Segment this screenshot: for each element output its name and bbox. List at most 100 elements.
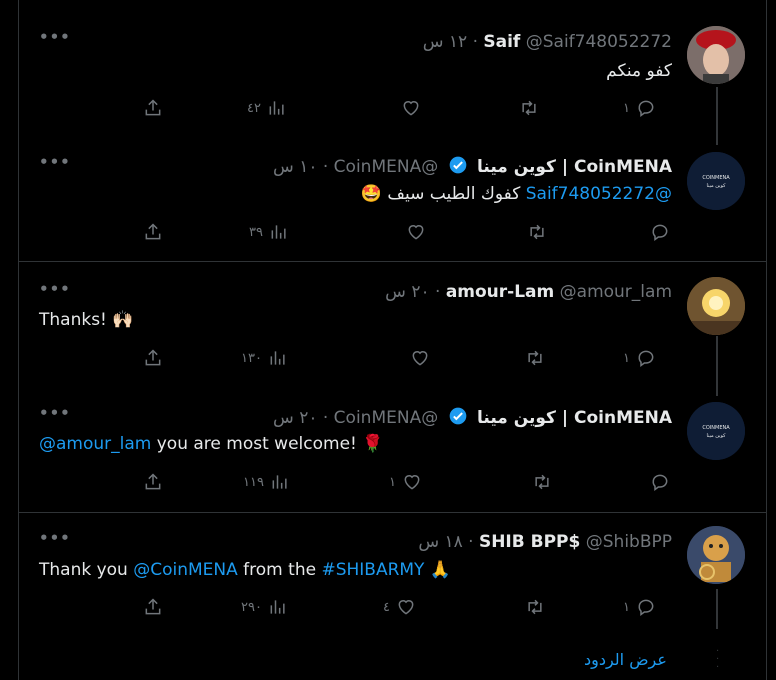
separator: · (435, 282, 441, 302)
views-icon (270, 600, 285, 614)
author-name[interactable]: CoinMENA | كوين مينا (477, 408, 672, 428)
tweet-amour-lam[interactable]: ••• amour-Lam @amour_lam · ٢٠ س Thanks! … (19, 262, 766, 396)
tweet-text: @amour_lam you are most welcome! 🌹 (39, 433, 383, 455)
tweet-header: SHIB BPP$ @ShibBPP · ١٨ س (418, 532, 672, 552)
tweet-coinmena-reply-1[interactable]: ••• CoinMENA | كوين مينا @CoinMENA · ١٠ … (19, 135, 766, 261)
like-button[interactable] (406, 222, 426, 242)
timestamp[interactable]: ٢٠ س (385, 282, 429, 302)
retweet-icon (530, 224, 544, 240)
svg-text:كوين مينا: كوين مينا (707, 183, 727, 189)
avatar[interactable] (687, 277, 745, 335)
views-icon (269, 101, 284, 115)
timestamp[interactable]: ١٢ س (423, 32, 467, 52)
tweet-text: @Saif748052272 كفوك الطيب سيف 🤩 (361, 183, 672, 205)
reply-button[interactable]: ١ (623, 597, 656, 617)
more-icon[interactable]: ••• (39, 280, 71, 298)
views-button[interactable]: ٢٩٠ (241, 597, 288, 617)
retweet-button[interactable] (525, 348, 545, 368)
timestamp[interactable]: ١٠ س (273, 157, 317, 177)
tweet-header: amour-Lam @amour_lam · ٢٠ س (385, 282, 672, 302)
author-handle[interactable]: @ShibBPP (586, 532, 672, 552)
reply-button[interactable]: ١ (623, 98, 656, 118)
coinmena-logo-avatar[interactable]: COINMENA كوين مينا (687, 152, 745, 210)
timeline-border-right (766, 0, 767, 680)
reply-count: ١ (623, 100, 630, 116)
share-button[interactable] (143, 348, 163, 368)
svg-text:COINMENA: COINMENA (702, 175, 730, 181)
retweet-button[interactable] (532, 472, 552, 492)
author-name[interactable]: amour-Lam (446, 282, 554, 302)
reply-button[interactable]: ١ (623, 348, 656, 368)
avatar[interactable] (687, 526, 745, 584)
like-button[interactable]: ٤ (383, 597, 416, 617)
mention-link[interactable]: @amour_lam (39, 434, 151, 454)
reply-button[interactable] (650, 222, 670, 242)
views-button[interactable]: ٣٩ (249, 222, 289, 242)
hashtag-link[interactable]: #SHIBARMY (321, 560, 424, 580)
retweet-icon (528, 350, 542, 366)
share-button[interactable] (143, 98, 163, 118)
tweet-coinmena-reply-2[interactable]: ••• CoinMENA | كوين مينا @CoinMENA · ٢٠ … (19, 386, 766, 512)
retweet-button[interactable] (525, 597, 545, 617)
retweet-button[interactable] (519, 98, 539, 118)
tweet-text: Thanks! 🙌🏻 (39, 309, 133, 331)
coinmena-logo-avatar[interactable]: COINMENA كوين مينا (687, 402, 745, 460)
retweet-button[interactable] (527, 222, 547, 242)
views-count: ١١٩ (243, 474, 264, 490)
author-handle[interactable]: @CoinMENA (334, 408, 439, 428)
share-icon (145, 223, 161, 240)
emoji: 🙏 (424, 560, 452, 580)
author-handle[interactable]: @amour_lam (560, 282, 672, 302)
avatar[interactable] (687, 26, 745, 84)
like-icon (404, 475, 420, 490)
author-name[interactable]: Saif (483, 32, 520, 52)
views-button[interactable]: ١٣٠ (241, 348, 288, 368)
more-icon[interactable]: ••• (39, 28, 71, 46)
share-button[interactable] (143, 597, 163, 617)
more-icon[interactable]: ••• (39, 404, 71, 422)
author-name[interactable]: CoinMENA | كوين مينا (477, 157, 672, 177)
retweet-icon (528, 599, 542, 615)
author-handle[interactable]: @Saif748052272 (526, 32, 672, 52)
views-button[interactable]: ١١٩ (243, 472, 290, 492)
tweet-saif[interactable]: ••• Saif @Saif748052272 · ١٢ س كفو منكم … (19, 0, 766, 145)
show-replies-link[interactable]: عرض الردود (584, 650, 667, 669)
separator: · (322, 157, 329, 177)
author-name[interactable]: SHIB BPP$ (479, 532, 580, 552)
tweet-shib-bpp[interactable]: ••• SHIB BPP$ @ShibBPP · ١٨ س Thank you … (19, 513, 766, 640)
separator: · (322, 408, 329, 428)
mention-link[interactable]: @CoinMENA (133, 560, 238, 580)
more-icon[interactable]: ••• (39, 529, 71, 547)
like-icon (408, 225, 424, 240)
views-icon (271, 225, 286, 239)
tweet-header: Saif @Saif748052272 · ١٢ س (423, 32, 672, 52)
like-button[interactable] (401, 98, 421, 118)
retweet-icon (535, 474, 549, 490)
like-icon (412, 351, 428, 366)
timestamp[interactable]: ١٨ س (418, 532, 462, 552)
tweet-actions: ٤٢ ١ (19, 98, 766, 122)
separator: · (468, 532, 474, 552)
emoji: 🙌🏻 (112, 310, 134, 330)
like-button[interactable]: ١ (389, 472, 422, 492)
views-count: ٣٩ (249, 224, 263, 240)
views-count: ١٣٠ (241, 350, 262, 366)
share-button[interactable] (143, 472, 163, 492)
share-button[interactable] (143, 222, 163, 242)
like-button[interactable] (410, 348, 430, 368)
separator: · (472, 32, 478, 52)
reply-icon (638, 100, 654, 117)
reply-icon (638, 350, 654, 367)
svg-text:كوين مينا: كوين مينا (707, 433, 727, 439)
share-icon (145, 99, 161, 116)
views-button[interactable]: ٤٢ (247, 98, 287, 118)
author-handle[interactable]: @CoinMENA (334, 157, 439, 177)
retweet-icon (522, 100, 536, 116)
like-icon (398, 600, 414, 615)
reply-button[interactable] (650, 472, 670, 492)
share-icon (145, 349, 161, 366)
mention-link[interactable]: @Saif748052272 (526, 184, 672, 204)
verified-badge-icon (449, 156, 466, 174)
more-icon[interactable]: ••• (39, 153, 71, 171)
timestamp[interactable]: ٢٠ س (273, 408, 317, 428)
